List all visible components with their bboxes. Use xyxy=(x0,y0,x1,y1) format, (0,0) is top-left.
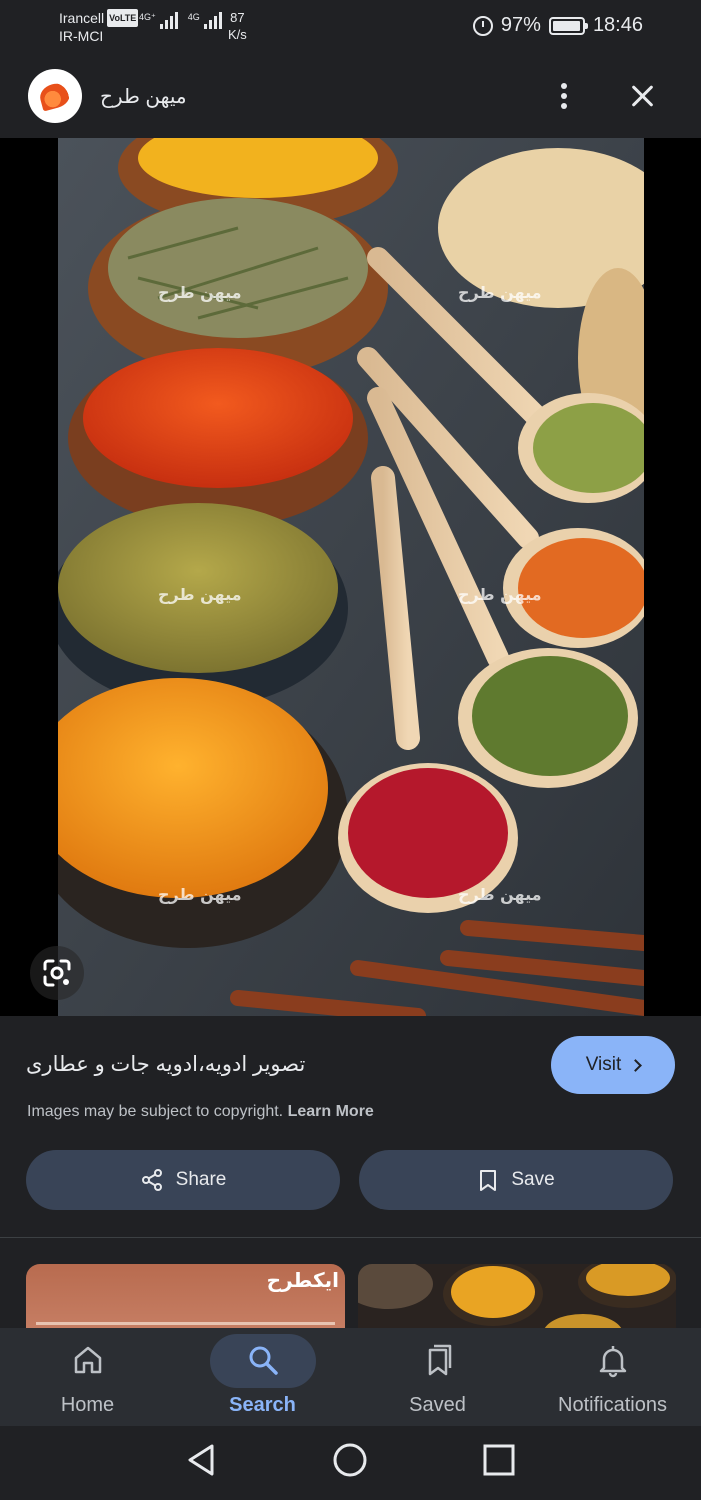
nav-notifications[interactable]: Notifications xyxy=(525,1328,700,1426)
network-type-1: 4G⁺ xyxy=(139,12,156,22)
viewer-header: میهن طرح xyxy=(0,56,701,138)
speed-unit: K/s xyxy=(228,27,247,42)
flame-logo-icon xyxy=(37,80,73,112)
signal-strength-icon-2: 4G xyxy=(188,12,222,29)
signal-strength-icon: 4G⁺ xyxy=(139,12,178,29)
watermark: میهن طرح xyxy=(158,283,242,302)
volte-badge: VoLTE xyxy=(107,9,139,27)
site-name[interactable]: میهن طرح xyxy=(100,84,187,109)
network-type-2: 4G xyxy=(187,12,200,22)
speed-value: 87 xyxy=(230,10,245,25)
visit-button[interactable]: Visit xyxy=(551,1036,675,1094)
bell-icon xyxy=(599,1346,627,1378)
more-vert-icon xyxy=(561,83,567,89)
watermark: میهن طرح xyxy=(158,585,242,604)
saved-icon xyxy=(428,1344,452,1376)
nav-saved-label: Saved xyxy=(409,1394,466,1416)
save-button[interactable]: Save xyxy=(359,1150,673,1210)
nav-notifications-label: Notifications xyxy=(558,1394,667,1416)
alarm-icon xyxy=(472,15,493,36)
nav-search-label: Search xyxy=(229,1394,296,1416)
watermark: میهن طرح xyxy=(458,585,542,604)
nav-saved[interactable]: Saved xyxy=(350,1328,525,1426)
nav-home[interactable]: Home xyxy=(0,1328,175,1426)
home-circle-icon[interactable] xyxy=(332,1442,368,1478)
close-icon[interactable] xyxy=(624,78,660,114)
carrier-2: IR-MCI xyxy=(59,28,104,44)
clock: 18:46 xyxy=(592,14,643,36)
site-logo[interactable] xyxy=(28,69,82,123)
system-navigation-bar xyxy=(0,1426,701,1500)
related-images: ایکطرح xyxy=(0,1238,701,1328)
image-info-panel: تصویر ادویه،ادویه جات و عطاری Visit Imag… xyxy=(0,1016,701,1236)
share-label: Share xyxy=(175,1169,227,1190)
battery-icon xyxy=(548,16,588,35)
related-image-thumbnail[interactable]: ایکطرح xyxy=(26,1264,345,1328)
recents-icon[interactable] xyxy=(482,1443,516,1477)
google-lens-icon xyxy=(43,959,71,987)
google-lens-button[interactable] xyxy=(30,946,84,1000)
nav-home-label: Home xyxy=(60,1394,115,1416)
back-icon[interactable] xyxy=(184,1442,218,1478)
spices-photo[interactable]: میهن طرح میهن طرح میهن طرح میهن طرح میهن… xyxy=(58,138,644,1016)
visit-label: Visit xyxy=(585,1054,622,1075)
carrier-1: Irancell xyxy=(59,10,105,26)
signal-indicators: 4G⁺ 4G xyxy=(139,12,222,29)
watermark: میهن طرح xyxy=(458,283,542,302)
copyright-notice: Images may be subject to copyright. Lear… xyxy=(27,1103,374,1121)
image-preview-area: میهن طرح میهن طرح میهن طرح میهن طرح میهن… xyxy=(0,138,701,1016)
home-icon xyxy=(74,1346,102,1374)
copyright-text: Images may be subject to copyright. xyxy=(27,1103,284,1120)
search-icon xyxy=(249,1346,278,1375)
share-button[interactable]: Share xyxy=(26,1150,340,1210)
learn-more-link[interactable]: Learn More xyxy=(288,1103,374,1120)
watermark: میهن طرح xyxy=(158,885,242,904)
related-image-thumbnail[interactable] xyxy=(358,1264,676,1328)
status-bar: Irancell VoLTE IR-MCI 4G⁺ 4G 87 K/s 97% 1… xyxy=(0,0,701,56)
more-options-button[interactable] xyxy=(548,78,580,114)
chevron-right-icon xyxy=(629,1058,643,1072)
share-icon xyxy=(141,1169,162,1191)
battery-percent: 97% xyxy=(500,14,541,36)
watermark: میهن طرح xyxy=(458,885,542,904)
status-right: 97% 18:46 xyxy=(472,14,643,37)
nav-search[interactable]: Search xyxy=(175,1328,350,1426)
save-label: Save xyxy=(511,1169,555,1190)
thumbnail-watermark: ایکطرح xyxy=(266,1270,339,1292)
image-title[interactable]: تصویر ادویه،ادویه جات و عطاری xyxy=(26,1052,526,1077)
network-speed: 87 K/s xyxy=(228,9,247,43)
carrier-info: Irancell VoLTE IR-MCI xyxy=(59,9,139,45)
bookmark-icon xyxy=(480,1170,497,1191)
bottom-navigation: Home Search Saved Notifications xyxy=(0,1328,701,1426)
